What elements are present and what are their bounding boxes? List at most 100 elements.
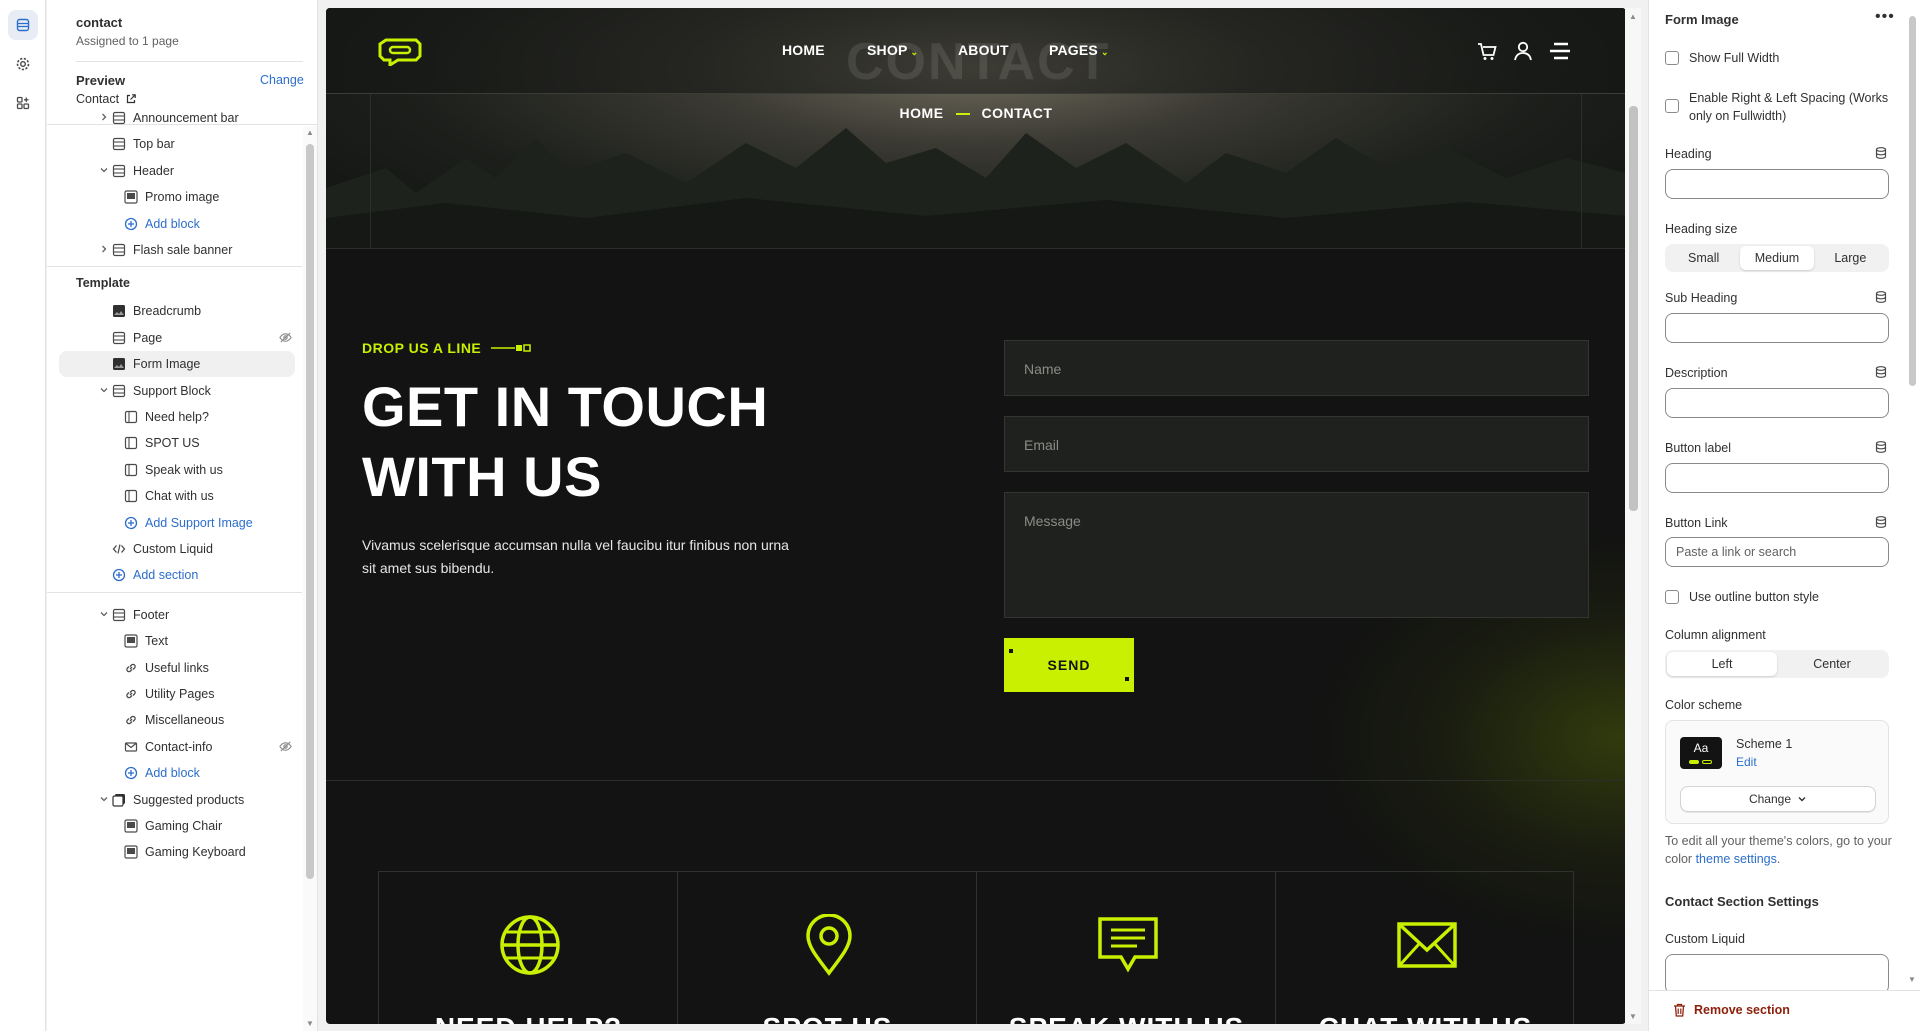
scroll-thumb[interactable] <box>1909 16 1916 386</box>
theme-settings-link[interactable]: theme settings <box>1696 852 1777 866</box>
apps-rail-button[interactable] <box>8 88 38 118</box>
heading-size-small[interactable]: Small <box>1667 246 1740 270</box>
nav-about[interactable]: ABOUT <box>958 42 1009 58</box>
tree-item-support-block[interactable]: Support Block <box>47 378 302 404</box>
enable-spacing-checkbox[interactable]: Enable Right & Left Spacing (Works only … <box>1665 89 1895 125</box>
tree-item-speak-with-us[interactable]: Speak with us <box>47 457 302 483</box>
chevron-down-icon[interactable] <box>99 165 111 177</box>
checkbox-box[interactable] <box>1665 590 1679 604</box>
nav-home[interactable]: HOME <box>782 42 825 58</box>
button-link-input[interactable]: Paste a link or search <box>1665 537 1889 567</box>
tree-item-need-help[interactable]: Need help? <box>47 404 302 430</box>
tree-item-utility-pages[interactable]: Utility Pages <box>47 681 302 707</box>
tree-item-miscellaneous[interactable]: Miscellaneous <box>47 707 302 733</box>
send-button[interactable]: SEND <box>1004 638 1134 692</box>
nav-pages[interactable]: PAGES ⌄ <box>1049 42 1109 58</box>
dynamic-source-icon[interactable] <box>1875 291 1887 303</box>
scroll-thumb[interactable] <box>1629 106 1638 511</box>
tree-item-text[interactable]: Text <box>47 628 302 654</box>
tree-item-contact-info[interactable]: Contact-info <box>47 734 302 760</box>
dynamic-source-icon[interactable] <box>1875 366 1887 378</box>
theme-settings-rail-button[interactable] <box>8 49 38 79</box>
heading-input[interactable] <box>1665 169 1889 199</box>
alignment-left[interactable]: Left <box>1667 652 1777 676</box>
color-scheme-picker: Aa Scheme 1 Edit Change <box>1665 720 1889 824</box>
sub-heading-input[interactable] <box>1665 313 1889 343</box>
tree-item-footer[interactable]: Footer <box>47 602 302 628</box>
dynamic-source-icon[interactable] <box>1875 147 1887 159</box>
checkbox-box[interactable] <box>1665 99 1679 113</box>
tree-item-form-image[interactable]: Form Image <box>59 351 295 378</box>
chevron-down-icon[interactable] <box>99 609 111 621</box>
scroll-down-arrow[interactable]: ▼ <box>1908 975 1916 984</box>
description-input[interactable] <box>1665 388 1889 418</box>
tree-item-chat-with-us[interactable]: Chat with us <box>47 483 302 509</box>
add-action-add-block[interactable]: Add block <box>47 211 302 237</box>
edit-scheme-link[interactable]: Edit <box>1736 755 1757 769</box>
left-panel-scrollbar[interactable]: ▲ ▼ <box>303 126 317 1031</box>
swatch-outline <box>1702 760 1712 764</box>
tree-item-label: Promo image <box>145 190 220 205</box>
change-scheme-button[interactable]: Change <box>1680 786 1876 812</box>
cart-icon[interactable] <box>1476 40 1498 62</box>
message-field[interactable]: Message <box>1004 492 1589 618</box>
tree-item-useful-links[interactable]: Useful links <box>47 655 302 681</box>
tree-item-flash-sale-banner[interactable]: Flash sale banner <box>47 237 302 263</box>
dynamic-source-icon[interactable] <box>1875 516 1887 528</box>
heading-size-large[interactable]: Large <box>1814 246 1887 270</box>
preview-page-link[interactable]: Contact <box>76 92 137 106</box>
custom-liquid-input[interactable] <box>1665 954 1889 994</box>
dynamic-source-icon[interactable] <box>1875 441 1887 453</box>
eyebrow-text: DROP US A LINE <box>362 340 482 356</box>
heading-size-medium[interactable]: Medium <box>1740 246 1814 270</box>
tree-item-page[interactable]: Page <box>47 325 302 351</box>
outline-button-checkbox[interactable]: Use outline button style <box>1665 588 1895 606</box>
breadcrumb-home[interactable]: HOME <box>900 105 944 121</box>
header-icons <box>1476 40 1572 62</box>
settings-scrollbar[interactable]: ▼ <box>1905 0 1919 990</box>
add-action-add-support-image[interactable]: Add Support Image <box>47 510 302 536</box>
tree-item-top-bar[interactable]: Top bar <box>47 131 302 157</box>
scroll-down-arrow[interactable]: ▼ <box>1629 1012 1637 1021</box>
show-full-width-checkbox[interactable]: Show Full Width <box>1665 49 1895 67</box>
heading-label: Heading <box>1665 147 1712 161</box>
account-icon[interactable] <box>1512 40 1534 62</box>
email-field[interactable]: Email <box>1004 416 1589 472</box>
change-preview-link[interactable]: Change <box>260 73 304 87</box>
eye-off-icon[interactable] <box>279 740 292 756</box>
button-label-input[interactable] <box>1665 463 1889 493</box>
chevron-down-icon[interactable] <box>99 385 111 397</box>
tree-item-breadcrumb[interactable]: Breadcrumb <box>47 298 302 324</box>
tree-item-gaming-chair[interactable]: Gaming Chair <box>47 813 302 839</box>
chevron-right-icon[interactable] <box>99 112 111 124</box>
tree-item-spot-us[interactable]: SPOT US <box>47 430 302 456</box>
remove-section-button[interactable]: Remove section <box>1673 1003 1790 1017</box>
site-logo[interactable] <box>378 36 422 69</box>
chevron-right-icon[interactable] <box>99 244 111 256</box>
tree-item-custom-liquid[interactable]: Custom Liquid <box>47 536 302 562</box>
tree-item-label: Form Image <box>133 357 201 372</box>
more-actions-icon[interactable]: ••• <box>1875 8 1895 26</box>
nav-shop[interactable]: SHOP ⌄ <box>867 42 918 58</box>
preview-scrollbar[interactable]: ▲ ▼ <box>1625 8 1641 1024</box>
scroll-up-arrow[interactable]: ▲ <box>1629 12 1637 21</box>
eye-off-icon[interactable] <box>279 331 292 347</box>
tree-item-suggested-products[interactable]: Suggested products <box>47 787 302 813</box>
add-action-add-block[interactable]: Add block <box>47 760 302 786</box>
checkbox-box[interactable] <box>1665 51 1679 65</box>
message-placeholder: Message <box>1024 513 1081 529</box>
section-heading: GET IN TOUCH WITH US <box>362 375 769 508</box>
alignment-center[interactable]: Center <box>1777 652 1887 676</box>
tree-item-gaming-keyboard[interactable]: Gaming Keyboard <box>47 839 302 865</box>
menu-icon[interactable] <box>1548 40 1572 62</box>
scroll-up-arrow[interactable]: ▲ <box>306 128 314 137</box>
tree-item-header[interactable]: Header <box>47 158 302 184</box>
tree-item-promo-image[interactable]: Promo image <box>47 184 302 210</box>
sections-rail-button[interactable] <box>8 10 38 40</box>
scroll-thumb[interactable] <box>306 144 314 879</box>
add-action-add-section[interactable]: Add section <box>47 562 302 588</box>
name-field[interactable]: Name <box>1004 340 1589 396</box>
tree-item-announcement-bar[interactable]: Announcement bar <box>47 105 302 131</box>
chevron-down-icon[interactable] <box>99 794 111 806</box>
scroll-down-arrow[interactable]: ▼ <box>306 1019 314 1028</box>
